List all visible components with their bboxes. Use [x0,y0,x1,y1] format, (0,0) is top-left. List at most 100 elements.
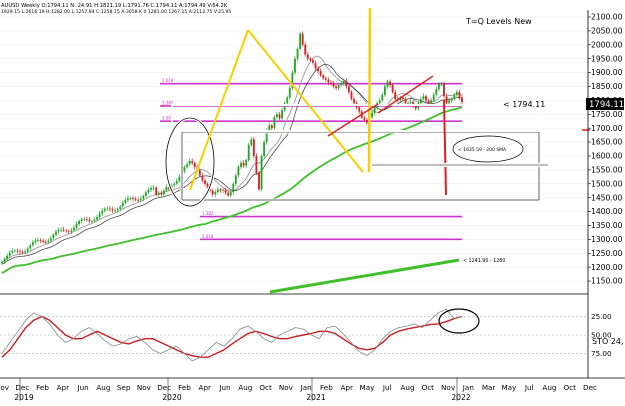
candle-body [1,261,3,264]
trend-label: < 1241.90 - 1280 [463,258,505,264]
candle-body [204,180,206,184]
candle-body [152,187,155,189]
chart-canvas: AUUSD Weekly O:1794.11 N: 24.91 H:1821.1… [0,0,625,402]
x-tick-label: Dec [583,383,597,392]
year-label: 2020 [162,393,181,402]
x-tick-label: Dec [15,383,29,392]
x-tick-label: Nov [441,383,456,392]
candle-body [34,240,37,243]
candle-body [450,98,453,101]
candle-body [39,239,42,241]
candle-body [394,92,397,99]
candle-body [455,92,458,95]
candle-body [126,198,129,201]
y-tick-label: 1250.00 [591,249,623,258]
candle-body [350,92,353,99]
candle-body [183,167,186,172]
candle-body [31,242,34,246]
x-tick-label: Oct [422,383,435,392]
x-tick-label: Mar [482,383,496,392]
candle-body [440,83,443,85]
x-tick-label: Apr [340,383,352,392]
candle-body [78,221,81,225]
candle-body [365,119,368,123]
candle-body [250,139,253,145]
y-tick-label: 1200.00 [591,263,623,272]
candle-body [124,200,127,203]
candle-body [157,192,160,195]
x-tick-label: Jul [524,383,534,392]
candle-body [427,100,430,104]
candle-body [319,71,322,76]
candle-body [419,98,422,104]
year-label: 2021 [306,393,325,402]
candle-body [281,110,284,119]
candle-body [312,60,314,63]
candle-body [96,217,99,220]
sto-label: STO 24, [592,337,624,346]
candle-body [445,96,448,104]
candle-body [11,250,14,253]
candle-body [3,259,6,262]
candle-body [132,198,134,200]
candle-body [263,142,266,156]
candle-body [29,245,32,249]
symbol-header: AUUSD Weekly O:1794.11 N: 24.91 H:1821.1… [1,3,228,9]
candle-body [142,195,145,199]
candle-body [8,252,11,256]
candle-body [111,209,114,211]
candle-body [73,227,75,231]
levels-overlay-title: T=Q Levels New [465,17,532,26]
x-tick-label: Oct [259,383,272,392]
candle-body [330,82,332,84]
candle-body [371,112,373,118]
x-tick-label: May [360,383,376,392]
candle-body [98,213,101,218]
candle-body [144,192,147,196]
candle-body [383,86,386,95]
candle-body [278,114,281,119]
candle-body [201,175,204,181]
candle-body [324,78,327,80]
candle-body [260,155,263,190]
x-tick-label: Jan [462,383,474,392]
last-price-value: 1794.11 [589,100,624,110]
y-tick-label: 1450.00 [591,193,623,202]
candle-body [430,100,433,104]
y-tick-label: 2050.00 [591,26,623,35]
candle-body [381,94,384,101]
x-tick-label: Jan [300,383,312,392]
y-tick-label: 1600.00 [591,152,623,161]
candle-body [198,170,201,176]
y-tick-label: 1700.00 [591,124,623,133]
candle-body [103,208,106,211]
candle-body [62,229,65,231]
candle-body [252,139,255,156]
candle-body [301,33,304,45]
candle-body [327,79,330,83]
candle-body [335,86,338,88]
candle-body [91,221,93,222]
y-tick-label: 1950.00 [591,54,623,63]
candle-body [309,58,312,61]
candle-body [150,187,152,190]
candle-body [52,234,55,239]
candle-body [342,80,345,84]
x-tick-label: Sep [117,383,131,392]
candle-body [229,192,232,196]
candle-body [162,190,165,195]
candle-body [186,164,188,168]
price-chart[interactable]: AUUSD Weekly O:1794.11 N: 24.91 H:1821.1… [0,0,625,402]
candle-body [258,172,260,190]
x-tick-label: Aug [96,383,110,392]
candle-body [80,219,83,222]
candle-body [358,107,361,112]
y-tick-label: 1500.00 [591,179,623,188]
candle-body [93,219,96,222]
candle-body [191,160,194,163]
symbol-subheader: 1929.15 L:2616.19 H:1282.00 L:1257.94 C:… [1,9,231,15]
x-tick-label: Feb [320,383,333,392]
candle-body [425,96,427,101]
candle-body [37,239,39,241]
candle-body [116,209,119,211]
